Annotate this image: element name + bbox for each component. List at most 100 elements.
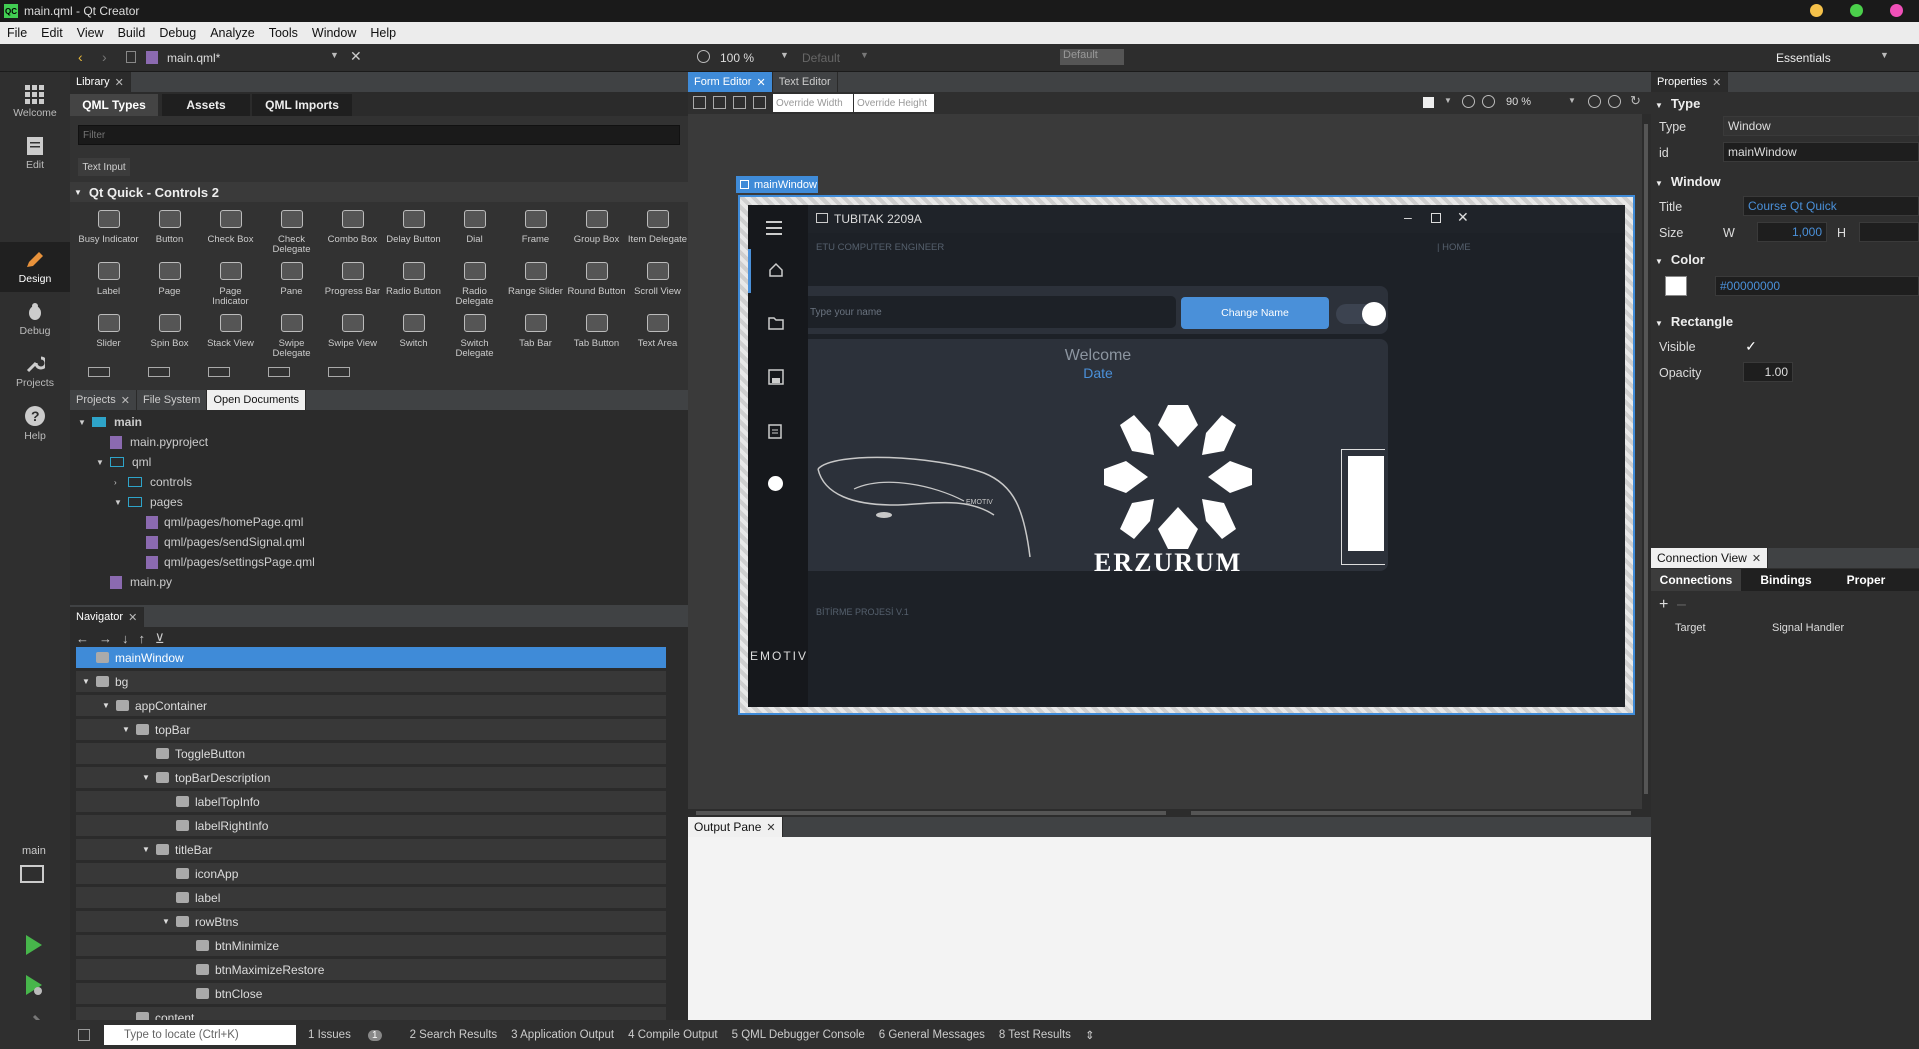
tree-item-settingspage[interactable]: qml/pages/settingsPage.qml <box>146 552 315 572</box>
tab-qml-imports[interactable]: QML Imports <box>252 94 352 116</box>
navigator-item-rowbtns[interactable]: ▼ rowBtns <box>76 911 666 933</box>
navigator-item-togglebutton[interactable]: ToggleButton <box>76 743 666 765</box>
menu-help[interactable]: Help <box>363 26 403 40</box>
tree-item-homepage[interactable]: qml/pages/homePage.qml <box>146 512 303 532</box>
library-item-frame[interactable]: Frame <box>505 207 566 259</box>
tab-qml-types[interactable]: QML Types <box>70 94 158 116</box>
navigator-item-labelrightinfo[interactable]: labelRightInfo <box>76 815 666 837</box>
height-spinbox[interactable] <box>1859 222 1919 242</box>
name-input[interactable]: Type your name <box>808 296 1176 328</box>
tree-item-controls[interactable]: › controls <box>114 472 192 492</box>
more-panes-icon[interactable]: ⇕ <box>1085 1028 1095 1042</box>
mode-welcome[interactable]: Welcome <box>0 76 70 126</box>
style-select[interactable]: Default <box>1060 49 1124 65</box>
library-item-switch[interactable]: Switch <box>383 311 444 363</box>
library-tab[interactable]: Library ✕ <box>70 72 131 92</box>
navigator-item-titlebar[interactable]: ▼ titleBar <box>76 839 666 861</box>
override-height-input[interactable]: Override Height <box>854 94 934 112</box>
menu-tools[interactable]: Tools <box>262 26 305 40</box>
pane-general-messages[interactable]: 6 General Messages <box>879 1029 985 1041</box>
color-swatch[interactable] <box>1665 276 1687 296</box>
title-field[interactable]: Course Qt Quick <box>1743 196 1919 216</box>
library-item-radio-delegate[interactable]: Radio Delegate <box>444 259 505 311</box>
text-input-chip[interactable]: Text Input <box>78 158 130 176</box>
navigator-item-topbardescription[interactable]: ▼ topBarDescription <box>76 767 666 789</box>
library-item-dial[interactable]: Dial <box>444 207 505 259</box>
debug-run-icon[interactable] <box>24 974 44 996</box>
close-icon[interactable]: ✕ <box>766 821 775 834</box>
mode-projects[interactable]: Projects <box>0 346 70 396</box>
override-width-input[interactable]: Override Width <box>773 94 853 112</box>
pane-application-output[interactable]: 3 Application Output <box>511 1029 614 1041</box>
library-item-page[interactable]: Page <box>139 259 200 311</box>
library-item-swipe-delegate[interactable]: Swipe Delegate <box>261 311 322 363</box>
connection-view-tab[interactable]: Connection View ✕ <box>1651 548 1769 568</box>
file-dropdown-icon[interactable]: ▼ <box>330 50 339 60</box>
hamburger-menu-icon[interactable] <box>766 221 782 223</box>
close-file-icon[interactable]: ✕ <box>350 48 362 65</box>
navigator-item-labeltopinfo[interactable]: labelTopInfo <box>76 791 666 813</box>
tab-form-editor[interactable]: Form Editor ✕ <box>688 72 773 92</box>
library-item-busy-indicator[interactable]: Busy Indicator <box>78 207 139 259</box>
remove-connection-icon[interactable]: – <box>1677 596 1686 614</box>
bounds-icon[interactable] <box>733 96 746 109</box>
expand-arrow-icon[interactable]: ▼ <box>142 773 156 782</box>
app-maximize-icon[interactable] <box>1431 213 1441 223</box>
editor-zoom[interactable]: 90 % <box>1506 96 1531 108</box>
maximize-dot-icon[interactable] <box>1850 4 1863 17</box>
zoom-fit-icon[interactable] <box>1588 95 1601 108</box>
window-section[interactable]: ▼ Window <box>1655 174 1721 189</box>
locator-input[interactable]: Type to locate (Ctrl+K) <box>104 1024 296 1045</box>
type-section[interactable]: ▼ Type <box>1655 96 1700 111</box>
navigator-item-iconapp[interactable]: iconApp <box>76 863 666 885</box>
dropdown-icon[interactable]: ▼ <box>1444 96 1452 105</box>
tree-item-pages[interactable]: ▼ pages <box>114 492 183 512</box>
menu-edit[interactable]: Edit <box>34 26 70 40</box>
zoom-dropdown-icon[interactable]: ▼ <box>780 50 789 60</box>
tab-bindings[interactable]: Bindings <box>1741 569 1831 591</box>
library-item-radio-button[interactable]: Radio Button <box>383 259 444 311</box>
monitor-icon[interactable] <box>20 865 44 883</box>
mode-debug[interactable]: Debug <box>0 294 70 344</box>
tab-file-system[interactable]: File System <box>137 390 208 410</box>
tab-projects[interactable]: Projects ✕ <box>70 390 137 410</box>
navigator-item-btnclose[interactable]: btnClose <box>76 983 666 1005</box>
library-item-slider[interactable]: Slider <box>78 311 139 363</box>
toggle-sidebar-icon[interactable] <box>78 1028 90 1041</box>
app-close-icon[interactable]: ✕ <box>1457 209 1469 226</box>
library-item-round-button[interactable]: Round Button <box>566 259 627 311</box>
home-icon[interactable] <box>768 262 784 278</box>
workspace-dropdown-icon[interactable]: ▼ <box>1880 50 1889 60</box>
nav-down-arrow-icon[interactable]: ↓ <box>122 631 129 647</box>
reset-view-icon[interactable] <box>753 96 766 109</box>
close-icon[interactable]: ✕ <box>1712 76 1721 89</box>
device-select[interactable]: Default <box>802 51 840 65</box>
library-item-combo-box[interactable]: Combo Box <box>322 207 383 259</box>
library-item-swipe-view[interactable]: Swipe View <box>322 311 383 363</box>
navigator-tab[interactable]: Navigator ✕ <box>70 607 145 627</box>
menu-debug[interactable]: Debug <box>152 26 203 40</box>
expand-arrow-icon[interactable]: ▼ <box>142 845 156 854</box>
pane-search-results[interactable]: 2 Search Results <box>410 1029 498 1041</box>
tree-item-main-py[interactable]: main.py <box>110 572 172 592</box>
anchor-icon[interactable] <box>713 96 726 109</box>
nav-up-arrow-icon[interactable]: ↑ <box>139 631 146 647</box>
library-item-stack-view[interactable]: Stack View <box>200 311 261 363</box>
properties-tab[interactable]: Properties ✕ <box>1651 72 1729 92</box>
library-item-text-area[interactable]: Text Area <box>627 311 688 363</box>
mode-help[interactable]: ? Help <box>0 398 70 448</box>
refresh-icon[interactable]: ↻ <box>1630 93 1641 109</box>
close-icon[interactable]: ✕ <box>756 76 765 89</box>
clipboard-icon[interactable] <box>768 423 782 439</box>
close-icon[interactable]: ✕ <box>128 611 137 624</box>
add-connection-icon[interactable]: + <box>1659 596 1668 614</box>
zoom-in-icon[interactable] <box>1462 95 1475 108</box>
color-field[interactable]: #00000000 <box>1715 276 1919 296</box>
color-section[interactable]: ▼ Color <box>1655 252 1705 267</box>
library-item-check-box[interactable]: Check Box <box>200 207 261 259</box>
menu-build[interactable]: Build <box>111 26 153 40</box>
expand-arrow-icon[interactable]: ▼ <box>122 725 136 734</box>
zoom-selection-icon[interactable] <box>1608 95 1621 108</box>
mode-design[interactable]: Design <box>0 242 70 292</box>
library-item-tab-bar[interactable]: Tab Bar <box>505 311 566 363</box>
